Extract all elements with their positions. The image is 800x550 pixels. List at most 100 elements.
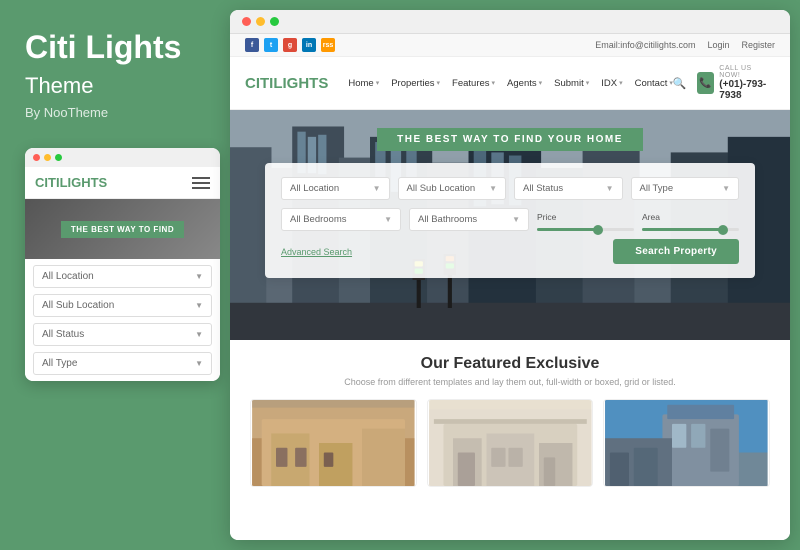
- property-card-1[interactable]: [250, 399, 417, 487]
- price-slider-thumb[interactable]: [593, 225, 603, 235]
- chrome-dot-green: [270, 17, 279, 26]
- mobile-logo-citi: CITI: [35, 175, 60, 190]
- price-label: Price: [537, 212, 634, 222]
- facebook-icon[interactable]: f: [245, 38, 259, 52]
- status-select[interactable]: All Status ▼: [514, 177, 623, 200]
- phone-label: CALL US NOW!: [719, 65, 775, 79]
- googleplus-icon[interactable]: g: [283, 38, 297, 52]
- bedrooms-label: All Bedrooms: [290, 214, 347, 225]
- featured-title: Our Featured Exclusive: [250, 355, 770, 373]
- linkedin-icon[interactable]: in: [302, 38, 316, 52]
- hamburger-line3: [192, 187, 210, 189]
- nav-home[interactable]: Home▾: [348, 78, 379, 89]
- featured-section: Our Featured Exclusive Choose from diffe…: [230, 340, 790, 540]
- mobile-type-label: All Type: [42, 358, 77, 369]
- mobile-status-select[interactable]: All Status ▼: [33, 323, 212, 346]
- mobile-dot-red: [33, 154, 40, 161]
- search-form: All Location ▼ All Sub Location ▼ All St…: [265, 163, 755, 278]
- sublocation-label: All Sub Location: [407, 183, 476, 194]
- nav-search-icon[interactable]: 🔍: [673, 77, 687, 90]
- mobile-status-label: All Status: [42, 329, 84, 340]
- price-slider-track[interactable]: [537, 228, 634, 231]
- property-cards-list: [250, 399, 770, 487]
- nav-idx[interactable]: IDX▾: [601, 78, 622, 89]
- nav-contact[interactable]: Contact▾: [635, 78, 673, 89]
- status-label: All Status: [523, 183, 563, 194]
- nav-agents[interactable]: Agents▾: [507, 78, 542, 89]
- mobile-sublocation-select[interactable]: All Sub Location ▼: [33, 294, 212, 317]
- advanced-search-link[interactable]: Advanced Search: [281, 247, 352, 257]
- property-card-1-image: [251, 400, 416, 486]
- property-card-3[interactable]: [603, 399, 770, 487]
- property-card-2-image: [428, 400, 593, 486]
- status-arrow: ▼: [606, 184, 614, 193]
- sublocation-arrow: ▼: [489, 184, 497, 193]
- search-form-bottom: Advanced Search Search Property: [281, 239, 739, 264]
- rss-icon[interactable]: rss: [321, 38, 335, 52]
- area-label: Area: [642, 212, 739, 222]
- mobile-hamburger-menu[interactable]: [192, 177, 210, 189]
- brand-subtitle: Theme: [25, 73, 205, 99]
- hamburger-line1: [192, 177, 210, 179]
- property-card-2[interactable]: [427, 399, 594, 487]
- mobile-hero-section: THE BEST WAY TO FIND: [25, 199, 220, 259]
- area-slider-track[interactable]: [642, 228, 739, 231]
- nav-submit[interactable]: Submit▾: [554, 78, 589, 89]
- bathrooms-arrow: ▼: [512, 215, 520, 224]
- brand-by: By NooTheme: [25, 105, 205, 120]
- hero-content: THE BEST WAY TO FIND YOUR HOME All Locat…: [230, 110, 790, 278]
- price-slider-group: Price: [537, 212, 634, 231]
- register-link[interactable]: Register: [741, 40, 775, 50]
- sublocation-select[interactable]: All Sub Location ▼: [398, 177, 507, 200]
- area-slider-fill: [642, 228, 720, 231]
- desktop-topbar: f t g in rss Email:info@citilights.com L…: [230, 34, 790, 57]
- search-property-button[interactable]: Search Property: [613, 239, 739, 264]
- area-slider-group: Area: [642, 212, 739, 231]
- bathrooms-label: All Bathrooms: [418, 214, 477, 225]
- hamburger-line2: [192, 182, 210, 184]
- mobile-logo: CITILIGHTS: [35, 175, 107, 190]
- mobile-status-arrow: ▼: [195, 330, 203, 339]
- mobile-hero-banner: THE BEST WAY TO FIND: [61, 221, 184, 238]
- brand-title: Citi Lights: [25, 30, 205, 65]
- phone-icon: 📞: [697, 72, 715, 94]
- window-chrome: [230, 10, 790, 34]
- type-label: All Type: [640, 183, 674, 194]
- area-slider-thumb[interactable]: [718, 225, 728, 235]
- location-label: All Location: [290, 183, 339, 194]
- search-row-2: All Bedrooms ▼ All Bathrooms ▼ Price: [281, 208, 739, 231]
- location-arrow: ▼: [373, 184, 381, 193]
- mobile-location-select[interactable]: All Location ▼: [33, 265, 212, 288]
- hero-section: THE BEST WAY TO FIND YOUR HOME All Locat…: [230, 110, 790, 340]
- mobile-search-form: All Location ▼ All Sub Location ▼ All St…: [25, 259, 220, 381]
- phone-section: 📞 CALL US NOW! (+01)-793-7938: [697, 65, 775, 101]
- social-icons: f t g in rss: [245, 38, 335, 52]
- mobile-nav-bar: CITILIGHTS: [25, 167, 220, 199]
- mobile-type-select[interactable]: All Type ▼: [33, 352, 212, 375]
- login-link[interactable]: Login: [707, 40, 729, 50]
- bathrooms-select[interactable]: All Bathrooms ▼: [409, 208, 529, 231]
- nav-right-section: 🔍 📞 CALL US NOW! (+01)-793-7938: [673, 65, 775, 101]
- desktop-logo: CITILIGHTS: [245, 75, 328, 92]
- desktop-site-content: f t g in rss Email:info@citilights.com L…: [230, 34, 790, 540]
- nav-properties[interactable]: Properties▾: [391, 78, 440, 89]
- main-navigation: CITILIGHTS Home▾ Properties▾ Features▾ A…: [230, 57, 790, 110]
- bedrooms-select[interactable]: All Bedrooms ▼: [281, 208, 401, 231]
- topbar-right: Email:info@citilights.com Login Register: [595, 40, 775, 50]
- mobile-mockup: CITILIGHTS THE BEST WAY TO FIND All Loca…: [25, 148, 220, 381]
- logo-lights: LIGHTS: [273, 75, 328, 92]
- left-panel: Citi Lights Theme By NooTheme CITILIGHTS…: [0, 0, 230, 550]
- phone-text-group: CALL US NOW! (+01)-793-7938: [719, 65, 775, 101]
- type-select[interactable]: All Type ▼: [631, 177, 740, 200]
- desktop-mockup: f t g in rss Email:info@citilights.com L…: [230, 10, 790, 540]
- featured-subtitle: Choose from different templates and lay …: [250, 377, 770, 387]
- search-row-1: All Location ▼ All Sub Location ▼ All St…: [281, 177, 739, 200]
- mobile-location-arrow: ▼: [195, 272, 203, 281]
- mobile-type-arrow: ▼: [195, 359, 203, 368]
- nav-features[interactable]: Features▾: [452, 78, 495, 89]
- nav-items-list: Home▾ Properties▾ Features▾ Agents▾ Subm…: [348, 78, 673, 89]
- twitter-icon[interactable]: t: [264, 38, 278, 52]
- mobile-dot-yellow: [44, 154, 51, 161]
- location-select[interactable]: All Location ▼: [281, 177, 390, 200]
- bedrooms-arrow: ▼: [384, 215, 392, 224]
